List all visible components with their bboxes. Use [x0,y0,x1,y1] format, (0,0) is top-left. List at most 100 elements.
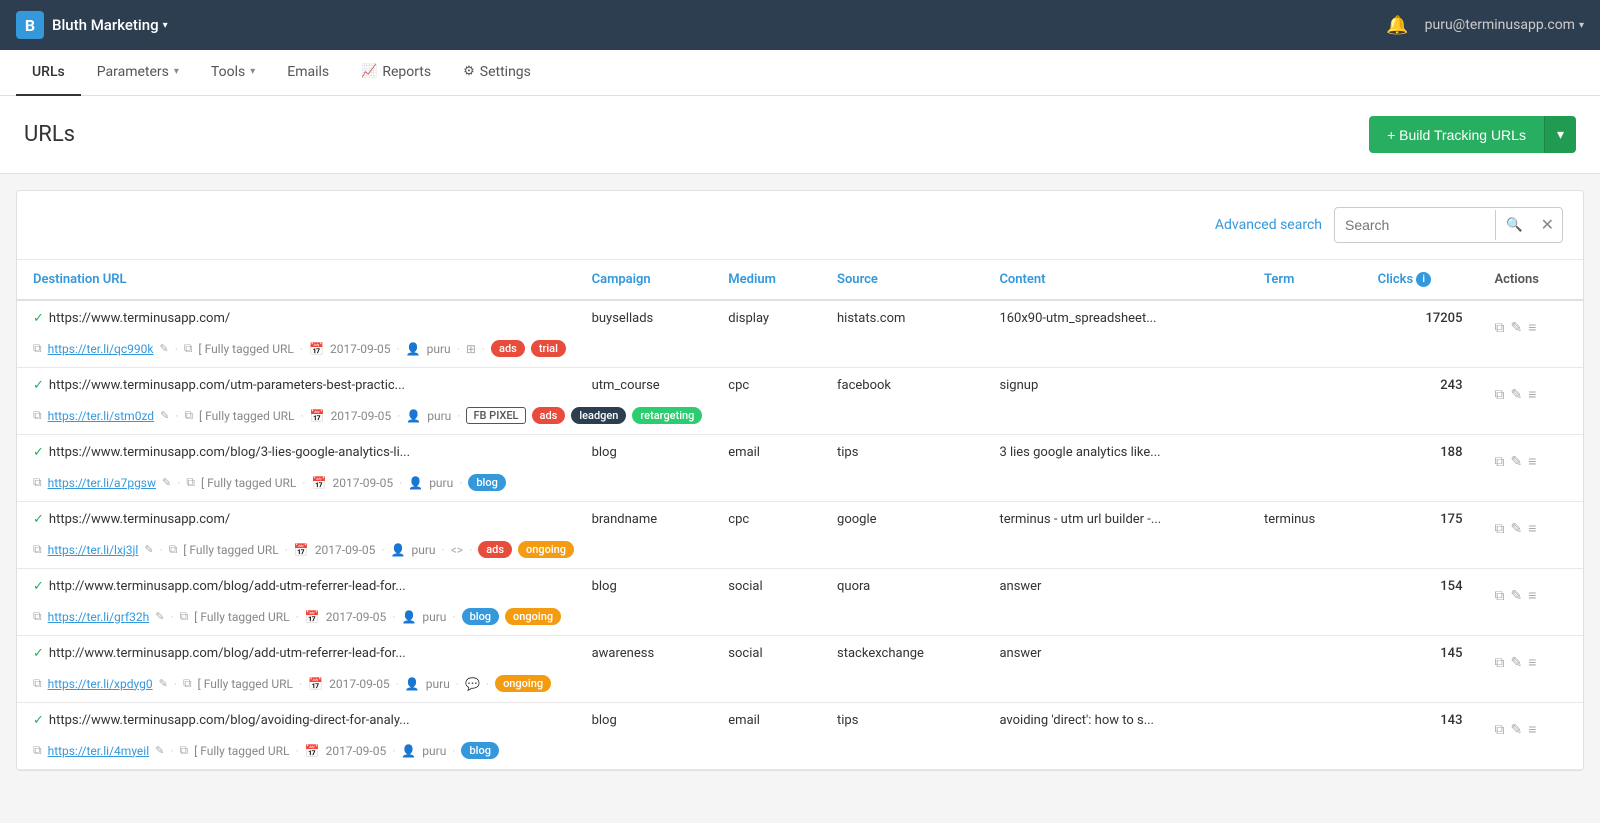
tag[interactable]: ads [532,407,566,424]
copy-icon[interactable]: ⧉ [1494,655,1504,671]
table-row: ✓ https://www.terminusapp.com/blog/avoid… [17,703,1583,741]
th-medium[interactable]: Medium [712,260,821,300]
date: 2017-09-05 [330,342,391,356]
clicks-info-icon[interactable]: i [1416,272,1431,287]
menu-icon[interactable]: ≡ [1528,319,1536,336]
tag[interactable]: ads [491,340,525,357]
edit-small-icon[interactable]: ✎ [159,677,168,690]
th-term[interactable]: Term [1248,260,1362,300]
edit-icon[interactable]: ✎ [1510,655,1522,671]
th-campaign-label: Campaign [592,272,651,287]
edit-icon[interactable]: ✎ [1510,454,1522,470]
tag[interactable]: ongoing [505,608,561,625]
content-cell: answer [983,569,1248,607]
tag[interactable]: leadgen [571,407,626,424]
build-tracking-urls-dropdown-button[interactable]: ▾ [1544,116,1576,153]
menu-icon[interactable]: ≡ [1528,520,1536,537]
user-icon: 👤 [391,543,406,557]
calendar-icon: 📅 [310,409,325,423]
tag[interactable]: retargeting [632,407,702,424]
nav-item-urls[interactable]: URLs [16,50,81,96]
menu-icon[interactable]: ≡ [1528,386,1536,403]
nav-item-settings[interactable]: ⚙ Settings [447,50,547,96]
check-icon: ✓ [33,579,44,594]
copy-icon[interactable]: ⧉ [1494,454,1504,470]
menu-icon[interactable]: ≡ [1528,587,1536,604]
nav-item-reports[interactable]: 📈 Reports [345,50,447,96]
copy-icon[interactable]: ⧉ [1494,387,1504,403]
edit-small-icon[interactable]: ✎ [162,476,171,489]
destination-url-link[interactable]: https://www.terminusapp.com/utm-paramete… [49,378,405,393]
tag-status: [ Fully tagged URL [194,744,289,758]
copy-icon[interactable]: ⧉ [1494,588,1504,604]
copy-icon[interactable]: ⧉ [1494,722,1504,738]
table-row-meta: ⧉ https://ter.li/lxj3jl ✎ · ⧉ [ Fully ta… [17,539,1583,569]
user: puru [422,610,446,624]
short-url-link[interactable]: https://ter.li/lxj3jl [48,543,139,557]
medium-cell: social [712,636,821,674]
short-url-link[interactable]: https://ter.li/4myeil [48,744,150,758]
edit-small-icon[interactable]: ✎ [160,409,169,422]
edit-icon[interactable]: ✎ [1510,722,1522,738]
page-header: URLs + Build Tracking URLs ▾ [0,96,1600,174]
nav-label-reports: Reports [382,64,431,80]
short-url-link[interactable]: https://ter.li/qc990k [48,342,154,356]
short-url-link[interactable]: https://ter.li/a7pgsw [48,476,156,490]
short-url-link[interactable]: https://ter.li/grf32h [48,610,150,624]
edit-small-icon[interactable]: ✎ [159,342,168,355]
tag[interactable]: FB PIXEL [466,407,525,424]
tag[interactable]: ongoing [518,541,574,558]
copy-icon[interactable]: ⧉ [1494,521,1504,537]
destination-url-link[interactable]: https://www.terminusapp.com/ [49,512,230,527]
nav-item-parameters[interactable]: Parameters ▾ [81,50,195,96]
tag[interactable]: ongoing [495,675,551,692]
tag[interactable]: ads [478,541,512,558]
main-content: Advanced search 🔍 ✕ Destination URL [0,174,1600,787]
topbar-left: B Bluth Marketing ▾ [16,11,168,39]
user-menu[interactable]: puru@terminusapp.com ▾ [1425,17,1584,33]
menu-icon[interactable]: ≡ [1528,654,1536,671]
tag[interactable]: blog [461,742,498,759]
th-destination-url[interactable]: Destination URL [17,260,576,300]
search-submit-button[interactable]: 🔍 [1495,210,1533,240]
edit-small-icon[interactable]: ✎ [144,543,153,556]
edit-icon[interactable]: ✎ [1510,320,1522,336]
destination-url-link[interactable]: https://www.terminusapp.com/ [49,311,230,326]
company-selector[interactable]: Bluth Marketing ▾ [52,16,168,34]
spreadsheet-icon: ⊞ [466,342,476,356]
destination-url-link[interactable]: http://www.terminusapp.com/blog/add-utm-… [49,579,406,594]
advanced-search-link[interactable]: Advanced search [1215,217,1322,233]
destination-url-link[interactable]: https://www.terminusapp.com/blog/avoidin… [49,713,410,728]
nav-label-parameters: Parameters [97,64,169,80]
search-clear-button[interactable]: ✕ [1533,208,1562,242]
build-tracking-urls-button[interactable]: + Build Tracking URLs [1369,116,1544,153]
copy-small-icon: ⧉ [33,341,42,356]
edit-small-icon[interactable]: ✎ [155,610,164,623]
tag[interactable]: blog [468,474,505,491]
copy-icon[interactable]: ⧉ [1494,320,1504,336]
th-content[interactable]: Content [983,260,1248,300]
nav-item-emails[interactable]: Emails [271,50,345,96]
destination-url-link[interactable]: https://www.terminusapp.com/blog/3-lies-… [49,445,410,460]
edit-small-icon[interactable]: ✎ [155,744,164,757]
actions-cell: ⧉ ✎ ≡ [1494,646,1567,671]
nav-item-tools[interactable]: Tools ▾ [195,50,271,96]
th-source[interactable]: Source [821,260,983,300]
short-url-link[interactable]: https://ter.li/xpdyg0 [48,677,153,691]
menu-icon[interactable]: ≡ [1528,453,1536,470]
tag[interactable]: trial [531,340,566,357]
nav-label-emails: Emails [287,64,329,80]
tag[interactable]: blog [462,608,499,625]
notifications-bell-icon[interactable]: 🔔 [1386,15,1408,36]
search-input[interactable] [1335,210,1495,240]
th-campaign[interactable]: Campaign [576,260,713,300]
edit-icon[interactable]: ✎ [1510,521,1522,537]
th-content-label: Content [999,272,1045,287]
destination-url-link[interactable]: http://www.terminusapp.com/blog/add-utm-… [49,646,406,661]
calendar-icon: 📅 [308,677,323,691]
short-url-link[interactable]: https://ter.li/stm0zd [48,409,155,423]
edit-icon[interactable]: ✎ [1510,588,1522,604]
edit-icon[interactable]: ✎ [1510,387,1522,403]
th-clicks[interactable]: Clicks i [1362,260,1479,300]
menu-icon[interactable]: ≡ [1528,721,1536,738]
